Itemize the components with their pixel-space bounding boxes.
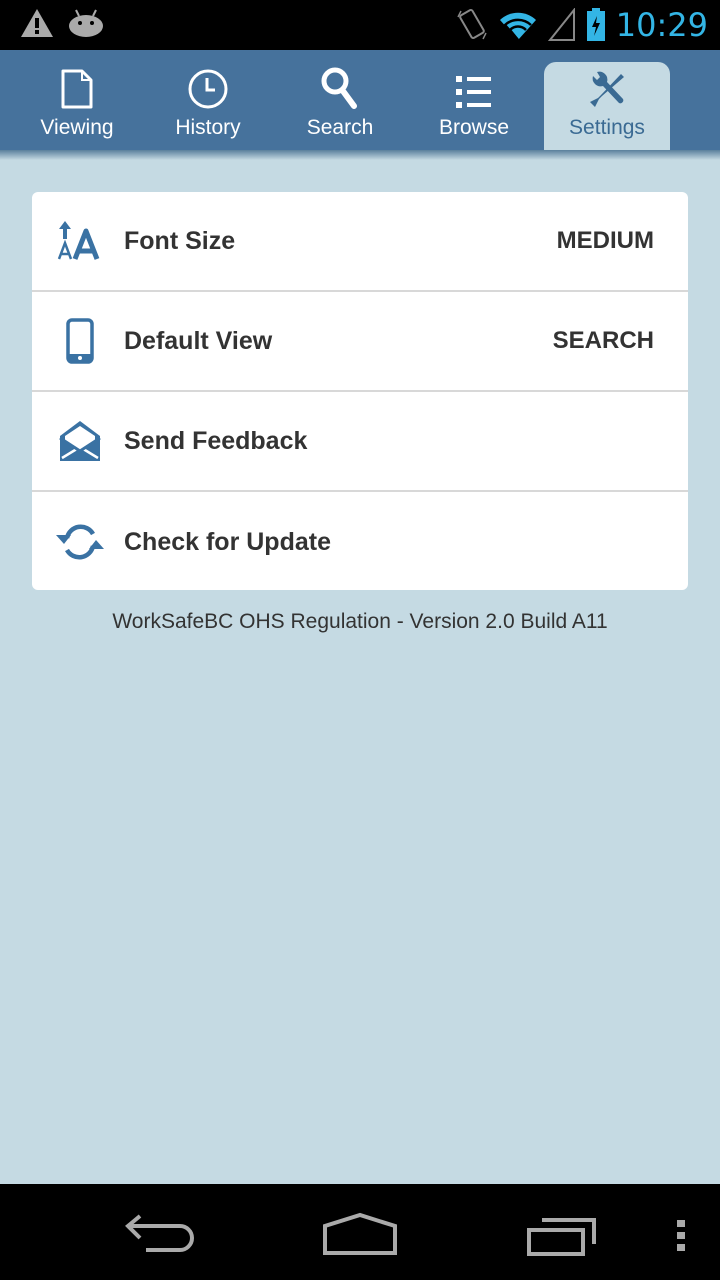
tab-label: Viewing (40, 116, 114, 139)
phone-icon (66, 318, 94, 364)
wifi-icon (499, 12, 536, 41)
setting-label: Check for Update (124, 527, 331, 556)
tab-search[interactable]: Search (277, 62, 403, 150)
tab-browse[interactable]: Browse (411, 62, 537, 150)
back-icon[interactable] (124, 1214, 196, 1254)
tab-history[interactable]: History (145, 62, 271, 150)
setting-value: SEARCH (552, 327, 654, 354)
tab-viewing[interactable]: Viewing (14, 62, 140, 150)
clock: 10:29 (615, 6, 708, 44)
refresh-icon (56, 524, 104, 560)
tab-label: Browse (438, 116, 510, 139)
tab-bar-shadow (0, 150, 720, 160)
wrench-screwdriver-icon (590, 71, 624, 107)
tab-label: History (175, 116, 241, 139)
setting-check-update[interactable]: Check for Update (32, 492, 688, 590)
document-icon (61, 69, 93, 109)
setting-font-size[interactable]: Font Size MEDIUM (32, 192, 688, 292)
tab-label: Search (306, 116, 374, 139)
home-icon[interactable] (322, 1212, 398, 1256)
overflow-menu-icon[interactable] (674, 1218, 688, 1252)
setting-value: MEDIUM (556, 227, 654, 254)
warning-icon (21, 9, 53, 37)
tab-bar: Viewing History Search Browse Settings (0, 50, 720, 150)
system-nav-bar (0, 1184, 720, 1280)
setting-label: Send Feedback (124, 426, 308, 455)
cell-signal-icon (547, 8, 575, 41)
setting-send-feedback[interactable]: Send Feedback (32, 392, 688, 492)
battery-charging-icon (586, 8, 605, 41)
settings-list: Font Size MEDIUM Default View SEARCH Sen… (32, 192, 688, 590)
tab-label: Settings (569, 116, 645, 139)
font-size-icon (57, 221, 100, 260)
setting-label: Default View (124, 326, 273, 355)
tab-settings[interactable]: Settings (544, 62, 670, 150)
status-bar: 10:29 (0, 0, 720, 50)
android-debug-icon (69, 9, 103, 37)
vibrate-icon (457, 8, 487, 40)
search-icon (321, 67, 357, 109)
envelope-icon (59, 421, 101, 461)
setting-default-view[interactable]: Default View SEARCH (32, 292, 688, 392)
version-text: WorkSafeBC OHS Regulation - Version 2.0 … (112, 610, 608, 633)
setting-label: Font Size (124, 226, 236, 255)
list-icon (456, 76, 491, 108)
recent-apps-icon[interactable] (526, 1216, 598, 1256)
clock-icon (188, 69, 228, 109)
